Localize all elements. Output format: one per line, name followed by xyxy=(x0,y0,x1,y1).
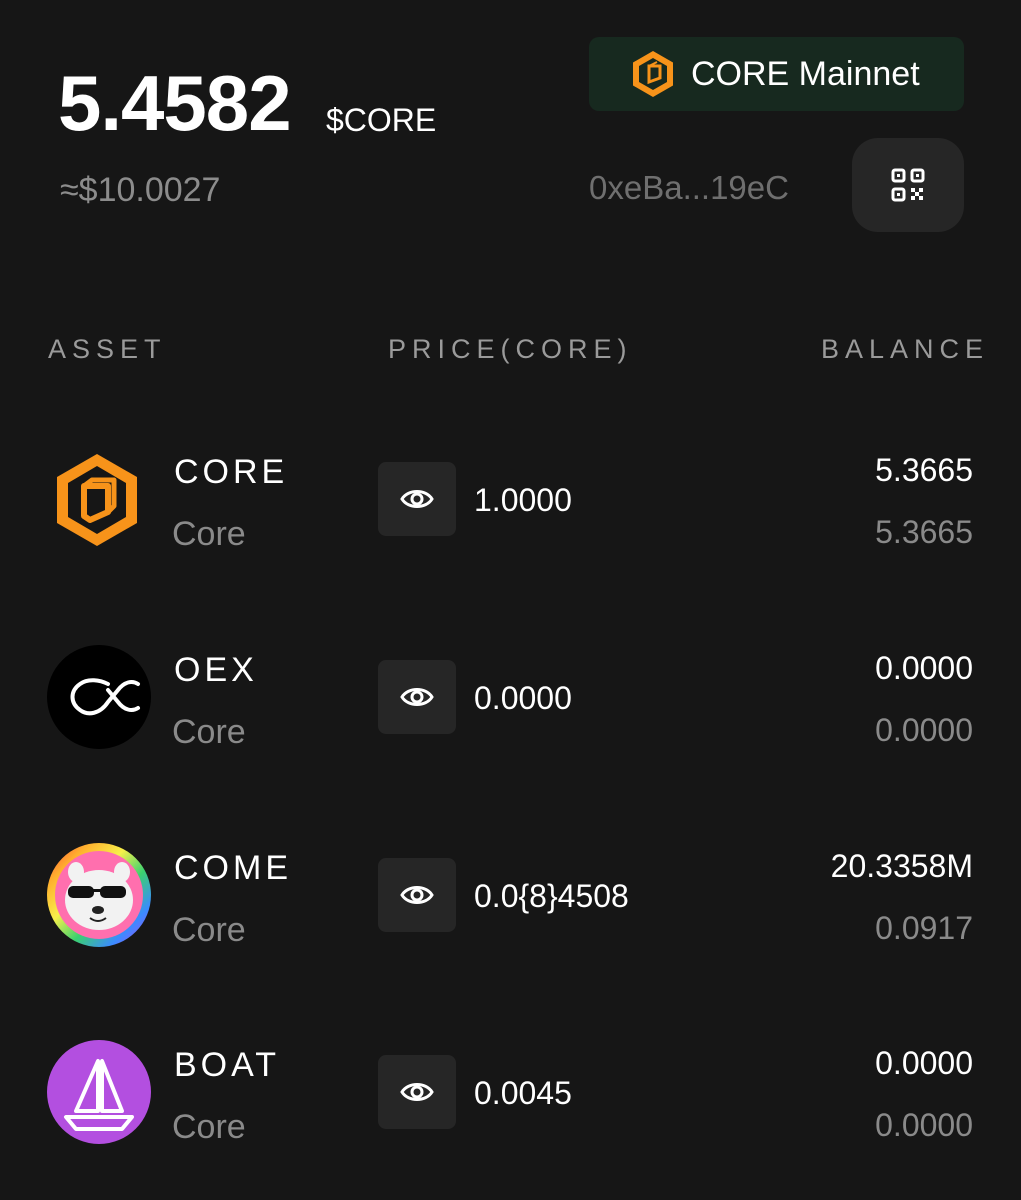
network-label: CORE Mainnet xyxy=(691,54,920,93)
balance-usd-value: ≈$10.0027 xyxy=(60,171,221,209)
oex-token-logo xyxy=(47,645,151,749)
core-token-logo xyxy=(46,450,152,556)
token-price: 0.0{8}4508 xyxy=(474,878,629,914)
token-row-boat[interactable]: BOAT Core 0.0045 0.0000 0.0000 xyxy=(0,1040,1021,1200)
eye-icon xyxy=(400,688,434,706)
token-price: 0.0045 xyxy=(474,1075,572,1111)
column-header-balance: BALANCE xyxy=(820,334,989,364)
token-row-come[interactable]: COME Core 0.0{8}4508 20.3358M 0.0917 xyxy=(0,843,1021,1006)
network-selector-button[interactable]: CORE Mainnet xyxy=(589,37,964,111)
token-row-core[interactable]: CORE Core 1.0000 5.3665 5.3665 xyxy=(0,450,1021,610)
token-balance: 0.0000 xyxy=(875,650,973,686)
token-price: 1.0000 xyxy=(474,482,572,518)
token-symbol: BOAT xyxy=(174,1046,281,1084)
column-header-price: PRICE(CORE) xyxy=(388,334,633,364)
price-visibility-button[interactable] xyxy=(378,462,456,536)
token-symbol: CORE xyxy=(174,453,289,491)
price-visibility-button[interactable] xyxy=(378,858,456,932)
qr-code-button[interactable] xyxy=(852,138,964,232)
qr-code-icon xyxy=(891,168,925,202)
token-balance: 20.3358M xyxy=(830,848,973,884)
token-balance: 5.3665 xyxy=(875,452,973,488)
balance-unit: $CORE xyxy=(326,102,437,138)
eye-icon xyxy=(400,1083,434,1101)
wallet-address[interactable]: 0xeBa...19eC xyxy=(589,168,789,208)
token-chain: Core xyxy=(172,515,246,553)
wallet-page: 5.4582 $CORE ≈$10.0027 CORE Mainnet 0xeB… xyxy=(0,0,1021,1200)
token-balance-value: 0.0000 xyxy=(875,712,973,748)
token-balance-value: 0.0917 xyxy=(875,910,973,946)
token-row-oex[interactable]: OEX Core 0.0000 0.0000 0.0000 xyxy=(0,645,1021,808)
core-network-icon xyxy=(633,51,673,97)
total-balance: 5.4582 xyxy=(58,59,292,147)
token-symbol: COME xyxy=(174,849,292,887)
come-dog-token-logo xyxy=(47,843,151,947)
token-balance: 0.0000 xyxy=(875,1045,973,1081)
token-chain: Core xyxy=(172,911,246,949)
token-price: 0.0000 xyxy=(474,680,572,716)
token-chain: Core xyxy=(172,1108,246,1146)
token-symbol: OEX xyxy=(174,651,258,689)
eye-icon xyxy=(400,490,434,508)
eye-icon xyxy=(400,886,434,904)
token-balance-value: 0.0000 xyxy=(875,1107,973,1143)
column-header-asset: ASSET xyxy=(48,334,167,364)
token-chain: Core xyxy=(172,713,246,751)
price-visibility-button[interactable] xyxy=(378,1055,456,1129)
price-visibility-button[interactable] xyxy=(378,660,456,734)
token-balance-value: 5.3665 xyxy=(875,514,973,550)
boat-token-logo xyxy=(47,1040,151,1144)
